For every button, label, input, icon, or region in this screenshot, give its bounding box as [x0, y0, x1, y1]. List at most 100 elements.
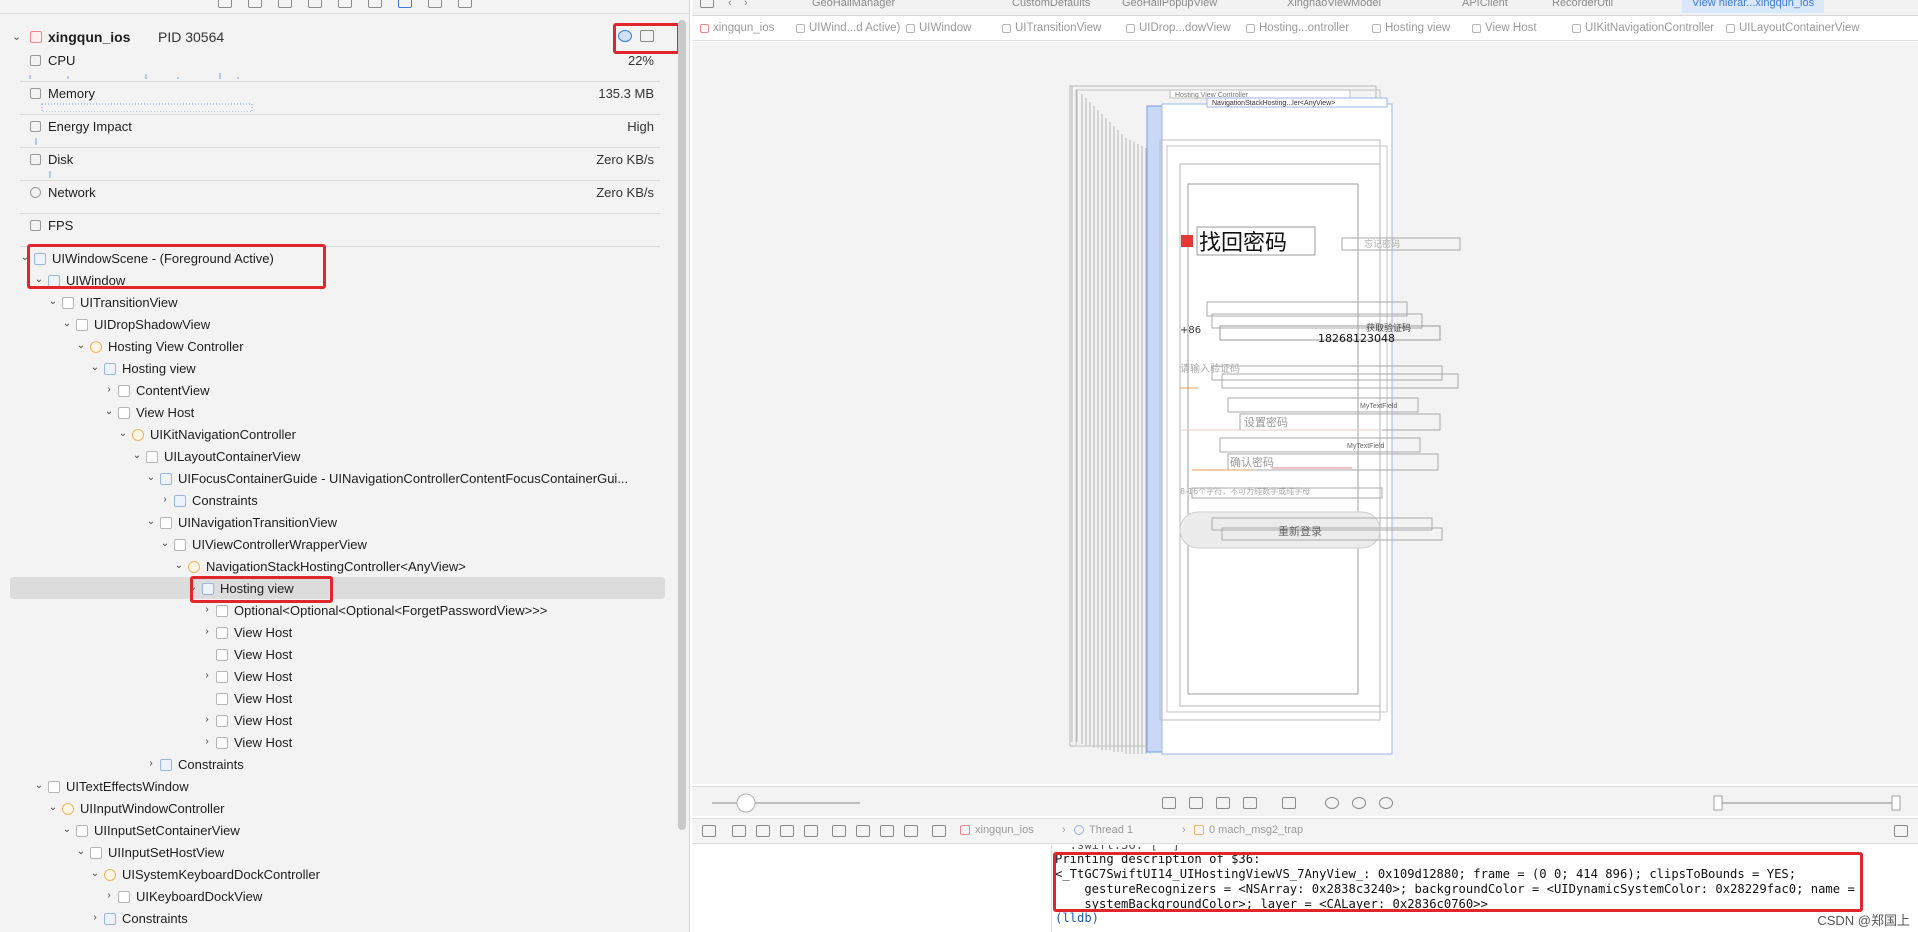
tree-row[interactable]: ⌄ View Host [0, 402, 670, 424]
lldb-console[interactable]: .swift:36: [ ] Printing description of $… [1053, 845, 1918, 932]
test-icon[interactable] [368, 0, 382, 8]
tree-row[interactable]: › Constraints [0, 908, 670, 930]
chevron-down-icon[interactable]: ⌄ [174, 560, 184, 571]
chevron-down-icon[interactable]: ⌄ [160, 538, 170, 549]
editor-tab[interactable]: GeoHallPopupView [1122, 0, 1217, 9]
chevron-down-icon[interactable]: ⌄ [90, 868, 100, 879]
debug-app-name[interactable]: xingqun_ios [975, 824, 1034, 836]
chevron-down-icon[interactable]: ⌄ [76, 846, 86, 857]
chevron-down-icon[interactable]: ⌄ [146, 516, 156, 527]
chevron-down-icon[interactable]: ⌄ [62, 824, 72, 835]
tree-row[interactable]: ⌄ UIDropShadowView [0, 314, 670, 336]
chevron-down-icon[interactable]: ⌄ [48, 802, 58, 813]
editor-tab[interactable]: CustomDefaults [1012, 0, 1090, 9]
chevron-down-icon[interactable]: ⌄ [104, 406, 114, 417]
change-view-icon[interactable] [1216, 797, 1230, 809]
exploded-view-hierarchy[interactable]: Hosting View Controller NavigationStackH… [692, 42, 1918, 784]
breadcrumb-item[interactable]: Hosting view [1385, 22, 1450, 34]
chevron-down-icon[interactable]: ⌄ [62, 318, 72, 329]
breadcrumb-item[interactable]: UIKitNavigationController [1585, 22, 1714, 34]
chevron-down-icon[interactable]: ⌄ [146, 472, 156, 483]
tree-row[interactable]: › ContentView [0, 380, 670, 402]
gauge-energy[interactable]: Energy Impact High [20, 115, 660, 148]
editor-tab[interactable]: GeoHallManager [812, 0, 895, 9]
tree-row[interactable]: ⌄ UISystemKeyboardDockController [0, 864, 670, 886]
chevron-down-icon[interactable]: ⌄ [48, 296, 58, 307]
debug-icon[interactable] [398, 0, 412, 8]
continue-icon[interactable] [732, 825, 746, 837]
variables-view[interactable] [692, 845, 1052, 932]
issue-icon[interactable] [338, 0, 352, 8]
step-out-icon[interactable] [804, 825, 818, 837]
navigator-scrollbar[interactable] [678, 20, 686, 830]
tree-row[interactable]: › View Host [0, 622, 670, 644]
gauge-cpu[interactable]: CPU 22% [20, 49, 660, 82]
editor-tab[interactable]: RecorderUtil [1552, 0, 1613, 9]
tree-row[interactable]: View Host [0, 644, 670, 666]
debug-thread[interactable]: Thread 1 [1089, 824, 1133, 836]
editor-tab[interactable]: View hierar...xingqun_ios [1682, 0, 1825, 13]
tree-row[interactable]: ⌄ Hosting view [0, 578, 670, 600]
tree-row[interactable]: ⌄ Hosting view [0, 358, 670, 380]
tree-row[interactable]: ⌄ UILayoutContainerView [0, 446, 670, 468]
tree-row[interactable]: ⌄ UINavigationTransitionView [0, 512, 670, 534]
zoom-in-icon[interactable] [1379, 797, 1393, 809]
chevron-right-icon[interactable]: › [202, 670, 212, 681]
breadcrumb-item[interactable]: UIDrop...dowView [1139, 22, 1231, 34]
chevron-down-icon[interactable]: ⌄ [132, 450, 142, 461]
breadcrumb-item[interactable]: View Host [1485, 22, 1537, 34]
grid-icon[interactable] [700, 0, 714, 8]
hide-console-icon[interactable] [702, 825, 716, 837]
chevron-right-icon[interactable]: › [90, 912, 100, 923]
range-slider[interactable] [1712, 787, 1902, 817]
breadcrumb-item[interactable]: UITransitionView [1015, 22, 1101, 34]
layers-icon[interactable] [1243, 797, 1257, 809]
chevron-right-icon[interactable]: › [104, 384, 114, 395]
breadcrumb-item[interactable]: UIWind...d Active) [809, 22, 900, 34]
chevron-down-icon[interactable]: ⌄ [76, 340, 86, 351]
back-icon[interactable]: ‹ [728, 0, 732, 9]
chevron-right-icon[interactable]: › [202, 714, 212, 725]
tree-row[interactable]: › UIKeyboardDockView [0, 886, 670, 908]
gauge-network[interactable]: Network Zero KB/s [20, 181, 660, 214]
tree-row[interactable]: View Host [0, 688, 670, 710]
chevron-right-icon[interactable]: › [146, 758, 156, 769]
debug-frame[interactable]: 0 mach_msg2_trap [1209, 824, 1303, 836]
chevron-down-icon[interactable]: ⌄ [90, 362, 100, 373]
step-over-icon[interactable] [756, 825, 770, 837]
chevron-right-icon[interactable]: › [160, 494, 170, 505]
debug-view-hierarchy-icon[interactable] [832, 825, 846, 837]
tree-row[interactable]: ⌄ Hosting View Controller [0, 336, 670, 358]
tree-row[interactable]: › Constraints [0, 754, 670, 776]
breadcrumb-item[interactable]: UIWindow [919, 22, 971, 34]
tree-row[interactable]: ⌄ UIKitNavigationController [0, 424, 670, 446]
zoom-out-icon[interactable] [1325, 797, 1339, 809]
metal-icon[interactable] [932, 825, 946, 837]
source-control-icon[interactable] [248, 0, 262, 8]
symbol-icon[interactable] [278, 0, 292, 8]
tree-row[interactable]: ⌄ UIFocusContainerGuide - UINavigationCon… [0, 468, 670, 490]
lldb-prompt[interactable]: (lldb) [1055, 911, 1099, 926]
gauge-fps[interactable]: FPS [20, 214, 660, 247]
gauge-memory[interactable]: Memory 135.3 MB [20, 82, 660, 115]
step-into-icon[interactable] [780, 825, 794, 837]
folder-icon[interactable] [218, 0, 232, 8]
tree-row[interactable]: › Constraints [0, 490, 670, 512]
location-icon[interactable] [904, 825, 918, 837]
chevron-down-icon[interactable]: ⌄ [34, 780, 44, 791]
orient-icon[interactable] [1282, 797, 1296, 809]
breadcrumb-item[interactable]: UILayoutContainerView [1739, 22, 1860, 34]
tree-row[interactable]: › View Host [0, 732, 670, 754]
zoom-actual-icon[interactable] [1352, 797, 1366, 809]
tree-row[interactable]: ⌄ UIInputSetContainerView [0, 820, 670, 842]
memory-graph-debug-icon[interactable] [856, 825, 870, 837]
chevron-right-icon[interactable]: › [202, 604, 212, 615]
chevron-right-icon[interactable]: › [202, 626, 212, 637]
chevron-right-icon[interactable]: › [104, 890, 114, 901]
tree-row[interactable]: › View Host [0, 666, 670, 688]
editor-tab[interactable]: APIClient [1462, 0, 1508, 9]
tree-row[interactable]: › View Host [0, 710, 670, 732]
chevron-right-icon[interactable]: › [202, 736, 212, 747]
breakpoint-icon[interactable] [428, 0, 442, 8]
find-icon[interactable] [308, 0, 322, 8]
